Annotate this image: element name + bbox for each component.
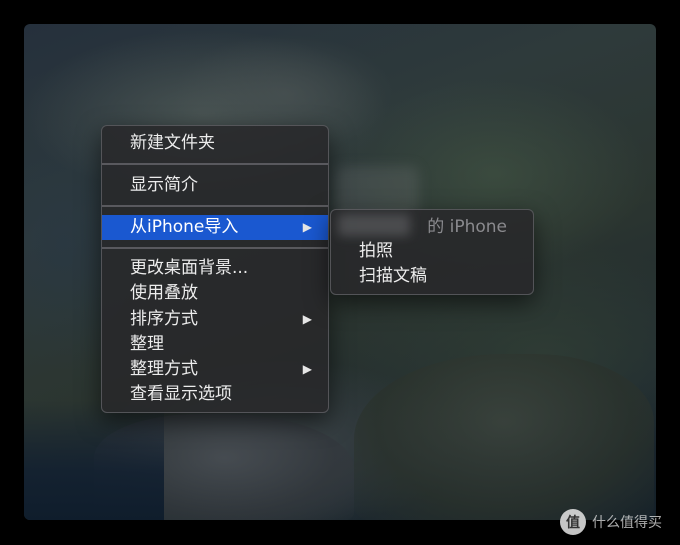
menu-item-label: 整理	[130, 334, 164, 354]
submenu-item-label: 扫描文稿	[359, 266, 427, 286]
watermark-text: 什么值得买	[592, 515, 662, 531]
submenu-item-scan-documents[interactable]: 扫描文稿	[331, 264, 533, 289]
menu-item-clean-up-by[interactable]: 整理方式 ▶	[102, 357, 328, 382]
menu-item-new-folder[interactable]: 新建文件夹	[102, 131, 328, 156]
menu-item-sort-by[interactable]: 排序方式 ▶	[102, 307, 328, 332]
blurred-device-name	[338, 214, 410, 236]
menu-item-change-desktop-background[interactable]: 更改桌面背景...	[102, 256, 328, 281]
desktop-context-menu: 新建文件夹 显示简介 从iPhone导入 ▶ 更改桌面背景... 使用叠放 排序…	[101, 125, 329, 413]
menu-item-label: 使用叠放	[130, 283, 198, 303]
menu-item-label: 从iPhone导入	[130, 217, 239, 237]
submenu-item-take-photo[interactable]: 拍照	[331, 239, 533, 264]
menu-item-label: 查看显示选项	[130, 384, 232, 404]
wallpaper-water	[24, 400, 164, 520]
submenu-arrow-icon: ▶	[302, 362, 312, 376]
submenu-arrow-icon: ▶	[302, 220, 312, 234]
screen: 新建文件夹 显示简介 从iPhone导入 ▶ 更改桌面背景... 使用叠放 排序…	[0, 0, 680, 545]
menu-separator	[102, 247, 328, 249]
menu-item-label: 新建文件夹	[130, 133, 215, 153]
menu-item-label: 更改桌面背景...	[130, 258, 249, 278]
watermark-logo-icon: 值	[560, 509, 586, 535]
menu-item-label: 整理方式	[130, 359, 198, 379]
menu-item-clean-up[interactable]: 整理	[102, 332, 328, 357]
watermark: 值 什么值得买	[560, 507, 662, 537]
menu-item-label: 排序方式	[130, 309, 198, 329]
menu-separator	[102, 163, 328, 165]
submenu-arrow-icon: ▶	[302, 312, 312, 326]
wallpaper-rock	[354, 354, 654, 520]
menu-item-label: 显示简介	[130, 175, 198, 195]
menu-separator	[102, 205, 328, 207]
menu-item-use-stacks[interactable]: 使用叠放	[102, 281, 328, 306]
menu-item-get-info[interactable]: 显示简介	[102, 173, 328, 198]
menu-item-show-view-options[interactable]: 查看显示选项	[102, 382, 328, 407]
submenu-item-label: 拍照	[359, 241, 393, 261]
menu-item-import-from-iphone[interactable]: 从iPhone导入 ▶	[102, 215, 328, 240]
